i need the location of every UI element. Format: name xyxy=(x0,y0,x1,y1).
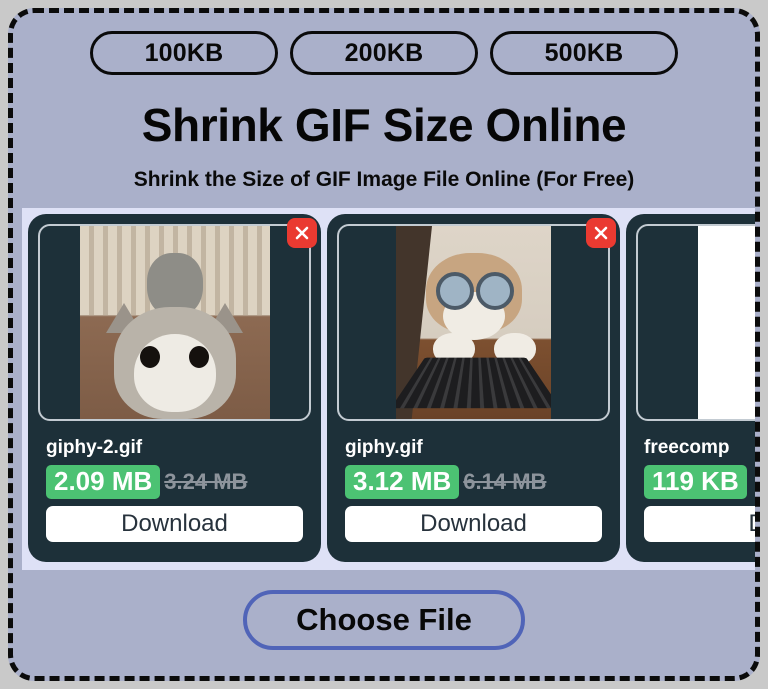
close-icon[interactable] xyxy=(586,218,616,248)
two-cats-gif-thumbnail xyxy=(79,226,270,419)
file-name: giphy-2.gif xyxy=(46,437,143,458)
original-size-text: 6.14 MB xyxy=(463,469,547,494)
compressed-size-badge: 119 KB xyxy=(644,465,747,499)
green-rounded-shape-gif-thumbnail xyxy=(697,226,755,419)
file-card: giphy-2.gif 2.09 MB 3.24 MB Download xyxy=(28,214,321,562)
preset-size-button-3[interactable]: 500KB xyxy=(490,31,678,75)
download-button[interactable]: Dow xyxy=(644,506,755,542)
page-subtitle: Shrink the Size of GIF Image File Online… xyxy=(133,168,635,191)
file-name: freecomp xyxy=(644,437,730,458)
file-name: giphy.gif xyxy=(345,437,423,458)
cat-with-glasses-laptop-gif-thumbnail xyxy=(396,226,551,419)
file-size-row: 119 KB xyxy=(636,465,755,499)
compressed-size-badge: 3.12 MB xyxy=(345,465,460,499)
preset-size-row: 100KB 200KB 500KB xyxy=(13,31,755,75)
thumbnail-frame xyxy=(38,224,311,421)
download-button[interactable]: Download xyxy=(345,506,602,542)
file-card: freecomp 119 KB Dow xyxy=(626,214,755,562)
file-size-row: 3.12 MB 6.14 MB xyxy=(337,465,610,499)
dropzone[interactable]: 100KB 200KB 500KB Shrink GIF Size Online… xyxy=(8,8,760,681)
page-title: Shrink GIF Size Online xyxy=(141,99,627,151)
compressed-size-badge: 2.09 MB xyxy=(46,465,161,499)
preset-size-button-1[interactable]: 100KB xyxy=(90,31,278,75)
close-icon[interactable] xyxy=(287,218,317,248)
preset-size-button-2[interactable]: 200KB xyxy=(290,31,478,75)
file-card: giphy.gif 3.12 MB 6.14 MB Download xyxy=(327,214,620,562)
original-size-text: 3.24 MB xyxy=(164,469,248,494)
download-button[interactable]: Download xyxy=(46,506,303,542)
thumbnail-frame xyxy=(636,224,755,421)
file-carousel[interactable]: giphy-2.gif 2.09 MB 3.24 MB Download gip… xyxy=(22,208,755,570)
file-size-row: 2.09 MB 3.24 MB xyxy=(38,465,311,499)
choose-file-button[interactable]: Choose File xyxy=(243,590,525,650)
thumbnail-frame xyxy=(337,224,610,421)
